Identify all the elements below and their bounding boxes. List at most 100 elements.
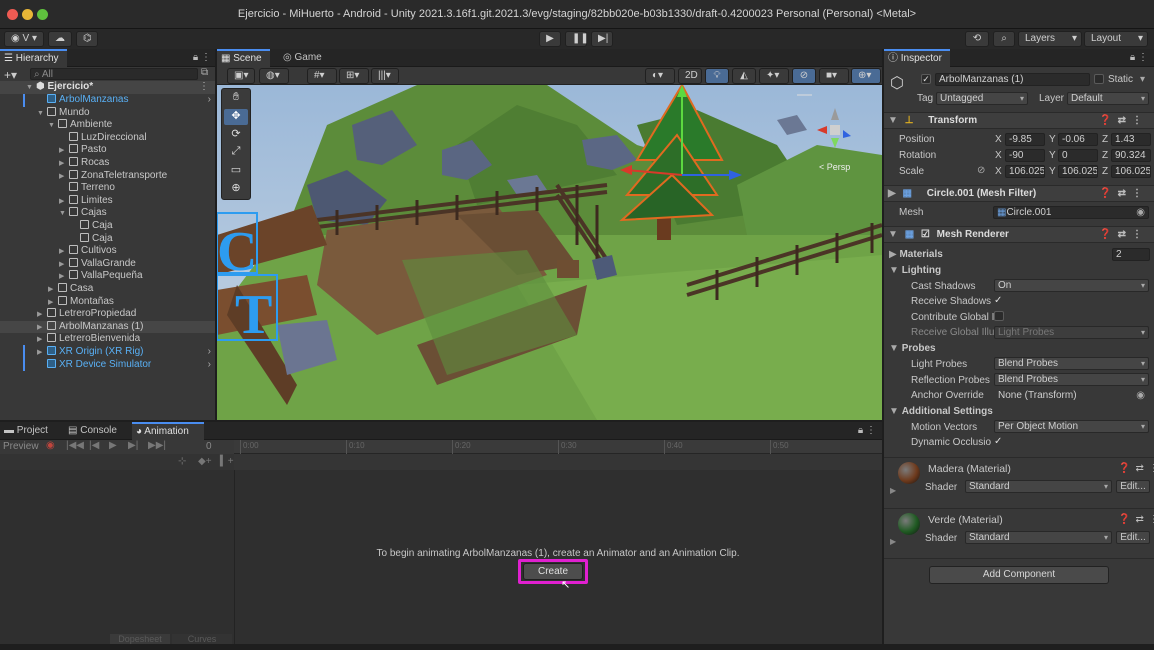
hierarchy-item[interactable]: ▶ XR Origin (XR Rig) ›	[0, 346, 215, 359]
foldout-arrow-icon[interactable]: ▶	[890, 486, 896, 495]
hierarchy-item[interactable]: ▶ ArbolManzanas (1)	[0, 320, 215, 334]
rect-tool-icon[interactable]: ▭	[224, 163, 248, 179]
lock-icon[interactable]: 🔒︎ ⋮	[193, 52, 211, 63]
frame-field[interactable]: 0	[206, 441, 212, 452]
shader-dropdown[interactable]: Standard	[965, 480, 1112, 493]
tab-game[interactable]: ◎ Game	[279, 49, 330, 67]
hierarchy-item[interactable]: ▼ Mundo	[0, 106, 215, 120]
hierarchy-item[interactable]: ▶ ZonaTeletransporte	[0, 169, 215, 183]
position-x-field[interactable]: -9.85	[1005, 133, 1045, 146]
object-picker-icon[interactable]: ◉	[1136, 207, 1145, 218]
transform-header[interactable]: ▼ ⊥ Transform ❓⇄⋮	[884, 112, 1154, 129]
additional-settings-foldout[interactable]: ▼ Additional Settings	[889, 406, 993, 417]
rotation-y-field[interactable]: 0	[1058, 149, 1098, 162]
transform-tool-icon[interactable]: ⊕	[224, 181, 248, 197]
hierarchy-item[interactable]: ▶ Limites	[0, 194, 215, 208]
light-probes-dropdown[interactable]: Blend Probes	[994, 357, 1149, 370]
filter-by-selection-icon[interactable]: ⊹	[178, 456, 186, 467]
materials-count-field[interactable]: 2	[1112, 248, 1150, 261]
effects-dropdown[interactable]: ✦▾	[759, 68, 789, 84]
layer-dropdown[interactable]: Default	[1067, 92, 1149, 105]
draw-mode-dropdown[interactable]: ▣▾	[227, 68, 255, 84]
hierarchy-item[interactable]: ▼ Cajas	[0, 207, 215, 220]
foldout-arrow-icon[interactable]: ▼	[888, 115, 898, 126]
tab-scene[interactable]: ▦ Scene	[217, 49, 270, 67]
layers-dropdown[interactable]: Layers ▾	[1018, 31, 1082, 47]
event-lane[interactable]	[234, 454, 882, 470]
scene-row[interactable]: ▼ ⬢ Ejercicio* ⋮	[0, 81, 215, 94]
mesh-renderer-header[interactable]: ▼ ▦ ☑ Mesh Renderer ❓⇄⋮	[884, 226, 1154, 243]
enabled-checkbox[interactable]: ☑	[921, 229, 930, 240]
lighting-foldout[interactable]: ▼ Lighting	[889, 265, 941, 276]
receive-shadows-checkbox[interactable]: ✓	[994, 295, 1002, 306]
contribute-gi-checkbox[interactable]	[994, 311, 1004, 321]
hierarchy-item[interactable]: ▶ Cultivos	[0, 245, 215, 258]
expand-arrow-icon[interactable]: ▼	[26, 84, 36, 91]
grid-snap-dropdown[interactable]: #▾	[307, 68, 337, 84]
cast-shadows-dropdown[interactable]: On	[994, 279, 1149, 292]
component-menu-icons[interactable]: ❓⇄⋮	[1099, 186, 1148, 202]
link-icon[interactable]: ⊘	[977, 165, 985, 176]
add-object-button[interactable]: +▾	[4, 68, 17, 82]
prefab-open-icon[interactable]: ›	[208, 94, 211, 107]
lock-icon[interactable]: 🔒︎ ⋮	[858, 425, 876, 436]
hierarchy-item[interactable]: ▶ Rocas	[0, 157, 215, 170]
global-dropdown[interactable]: ◍▾	[259, 68, 289, 84]
anchor-override-field[interactable]: None (Transform) ◉	[994, 389, 1149, 402]
rotation-z-field[interactable]: 90.324	[1111, 149, 1151, 162]
mesh-field[interactable]: ▦Circle.001 ◉	[993, 206, 1149, 219]
cloud-button[interactable]: ☁	[48, 31, 72, 47]
account-dropdown[interactable]: ◉ V ▾	[4, 31, 44, 47]
edit-shader-button[interactable]: Edit...	[1116, 531, 1150, 544]
add-keyframe-icon[interactable]: ◆+	[198, 456, 212, 467]
static-dropdown-icon[interactable]: ▾	[1140, 74, 1145, 85]
camera-dropdown[interactable]: ■▾	[819, 68, 849, 84]
add-component-button[interactable]: Add Component	[929, 566, 1109, 584]
tab-project[interactable]: ▬ Project	[0, 422, 56, 440]
pause-button[interactable]: ❚❚	[565, 31, 589, 47]
hierarchy-item[interactable]: XR Device Simulator ›	[0, 358, 215, 372]
step-button[interactable]: ▶|	[591, 31, 613, 47]
history-button[interactable]: ⟲	[965, 31, 989, 47]
lighting-toggle[interactable]: 💡︎	[705, 68, 729, 84]
edit-shader-button[interactable]: Edit...	[1116, 480, 1150, 493]
position-y-field[interactable]: -0.06	[1058, 133, 1098, 146]
hierarchy-item[interactable]: ▶ Casa	[0, 283, 215, 296]
component-menu-icons[interactable]: ❓⇄⋮	[1118, 463, 1154, 474]
hierarchy-item[interactable]: ArbolManzanas ›	[0, 94, 215, 107]
tag-dropdown[interactable]: Untagged	[936, 92, 1028, 105]
persp-label[interactable]: < Persp	[819, 162, 850, 172]
dynamic-occlusion-checkbox[interactable]: ✓	[994, 436, 1002, 447]
foldout-arrow-icon[interactable]: ▶	[888, 188, 896, 199]
collab-button[interactable]: ⌬	[76, 31, 98, 47]
hierarchy-item[interactable]: ▶ VallaPequeña	[0, 270, 215, 283]
audio-toggle[interactable]: ◭	[732, 68, 756, 84]
scale-y-field[interactable]: 106.025	[1058, 165, 1098, 178]
move-tool-icon[interactable]: ✥	[224, 109, 248, 125]
preview-button[interactable]: Preview	[3, 441, 39, 452]
tab-hierarchy[interactable]: ☰ Hierarchy	[0, 49, 67, 67]
object-name-field[interactable]: ArbolManzanas (1)	[935, 73, 1090, 86]
scale-z-field[interactable]: 106.025	[1111, 165, 1151, 178]
hierarchy-item[interactable]: ▶ LetreroPropiedad	[0, 308, 215, 321]
tab-curves[interactable]: Curves	[172, 634, 232, 644]
hierarchy-item[interactable]: ▶ Pasto	[0, 144, 215, 157]
component-menu-icons[interactable]: ❓⇄⋮	[1099, 113, 1148, 129]
object-picker-icon[interactable]: ◉	[1136, 390, 1145, 401]
layout-dropdown[interactable]: Layout ▾	[1084, 31, 1148, 47]
tab-dopesheet[interactable]: Dopesheet	[110, 634, 170, 644]
tab-animation[interactable]: ◕ Animation	[132, 422, 204, 440]
prev-key-icon[interactable]: |◀	[89, 440, 99, 451]
motion-vectors-dropdown[interactable]: Per Object Motion	[994, 420, 1149, 433]
scale-tool-icon[interactable]: ⤢	[224, 145, 248, 161]
record-icon[interactable]: ◉	[46, 440, 55, 451]
increment-dropdown[interactable]: |||▾	[371, 68, 399, 84]
play-anim-icon[interactable]: ▶	[109, 440, 117, 451]
hand-tool-icon[interactable]: ✋︎	[224, 91, 248, 107]
tab-inspector[interactable]: ⓘ Inspector	[884, 49, 950, 67]
mesh-filter-header[interactable]: ▶ ▦ Circle.001 (Mesh Filter) ❓⇄⋮	[884, 185, 1154, 202]
hidden-toggle[interactable]: ⊘	[792, 68, 816, 84]
play-button[interactable]: ▶	[539, 31, 561, 47]
hierarchy-item[interactable]: ▼ Ambiente	[0, 119, 215, 132]
component-menu-icons[interactable]: ❓⇄⋮	[1099, 227, 1148, 243]
